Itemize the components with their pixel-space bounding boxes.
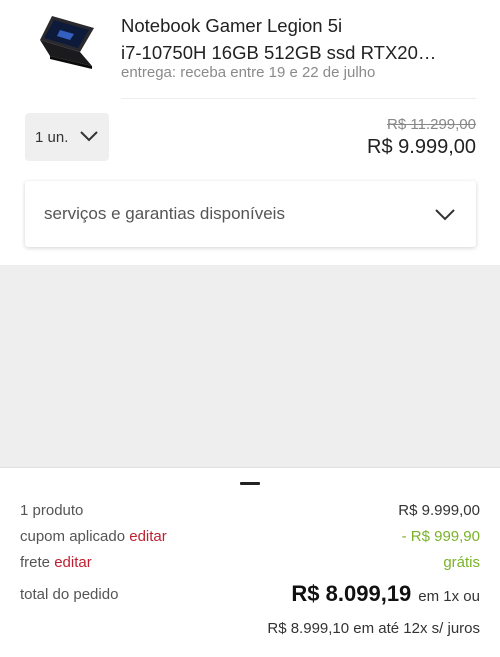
shipping-row: frete editar — [20, 554, 92, 571]
products-subtotal: R$ 9.999,00 — [398, 502, 480, 519]
laptop-icon — [40, 16, 94, 69]
total-suffix: em 1x ou — [418, 588, 480, 605]
product-title-line2: i7-10750H 16GB 512GB ssd RTX20… — [121, 42, 437, 63]
order-summary: 1 produto R$ 9.999,00 cupom aplicado edi… — [0, 467, 500, 657]
product-image[interactable] — [34, 14, 98, 72]
product-title[interactable]: Notebook Gamer Legion 5i i7-10750H 16GB … — [121, 12, 481, 66]
total-block: R$ 8.099,19 em 1x ou — [291, 581, 480, 607]
shipping-label: frete — [20, 554, 51, 571]
total-value: R$ 8.099,19 — [291, 581, 412, 606]
quantity-select[interactable]: 1 un. — [25, 113, 109, 161]
total-label: total do pedido — [20, 586, 119, 603]
drag-handle[interactable] — [240, 482, 260, 485]
coupon-edit-link[interactable]: editar — [129, 528, 167, 545]
services-warranties-dropdown[interactable]: serviços e garantias disponíveis — [25, 181, 476, 247]
services-label: serviços e garantias disponíveis — [44, 204, 285, 223]
delivery-estimate: entrega: receba entre 19 e 22 de julho — [121, 64, 376, 81]
divider — [121, 98, 476, 99]
coupon-row: cupom aplicado editar — [20, 528, 167, 545]
quantity-value: 1 un. — [35, 128, 69, 146]
product-title-line1: Notebook Gamer Legion 5i — [121, 15, 343, 36]
original-price: R$ 11.299,00 — [387, 116, 476, 133]
current-price: R$ 9.999,00 — [367, 136, 476, 158]
product-card: Notebook Gamer Legion 5i i7-10750H 16GB … — [0, 0, 500, 265]
coupon-label: cupom aplicado — [20, 528, 126, 545]
installment-info: R$ 8.999,10 em até 12x s/ juros — [267, 620, 480, 637]
chevron-down-icon — [80, 131, 98, 142]
empty-area — [0, 265, 500, 467]
coupon-discount: - R$ 999,90 — [401, 528, 480, 545]
shipping-value: grátis — [443, 554, 480, 571]
shipping-edit-link[interactable]: editar — [54, 554, 92, 571]
chevron-down-icon — [435, 209, 455, 221]
products-count: 1 produto — [20, 502, 84, 519]
